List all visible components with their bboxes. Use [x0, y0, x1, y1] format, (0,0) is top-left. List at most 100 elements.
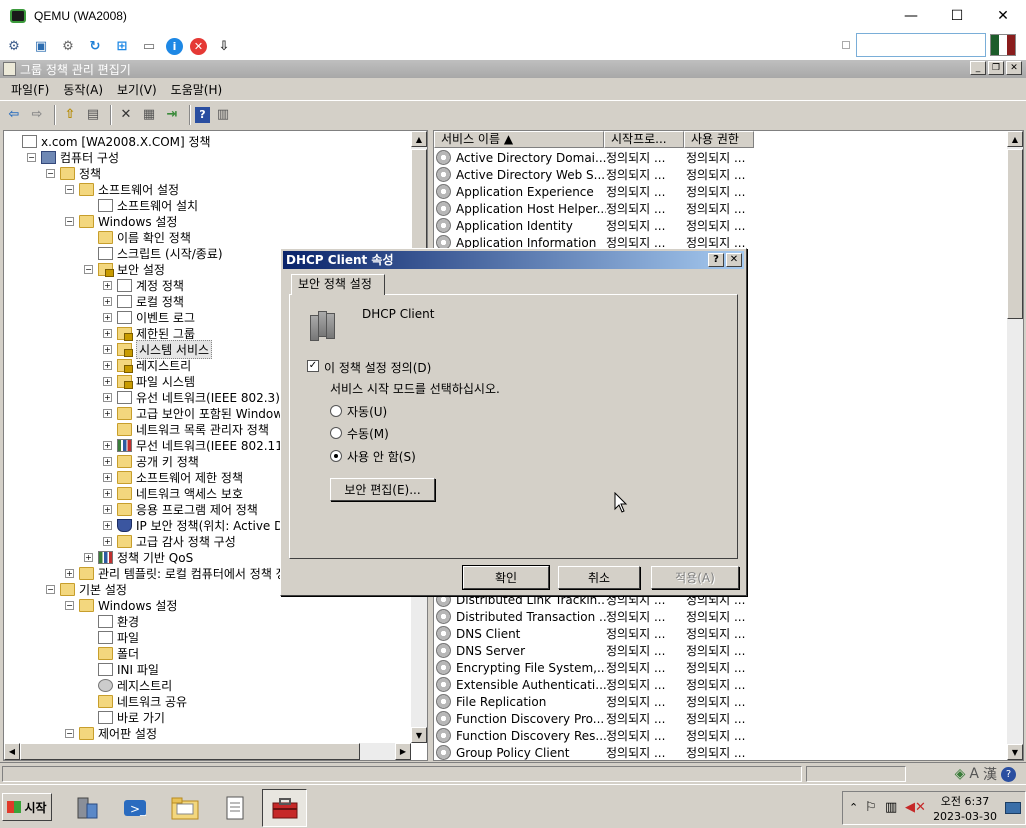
service-row[interactable]: Extensible Authenticati... 정의되지 ... 정의되지 .…	[436, 676, 766, 693]
column-startup[interactable]: 시작프로...	[604, 131, 684, 148]
network-icon[interactable]: ⚙	[4, 36, 24, 56]
collapse-icon[interactable]: −	[65, 728, 74, 738]
collapse-icon[interactable]: −	[46, 168, 55, 178]
service-row[interactable]: DNS Client 정의되지 ... 정의되지 ...	[436, 625, 766, 642]
tree-item[interactable]: + 로컬 정책	[103, 293, 184, 309]
up-icon[interactable]: ⇧	[60, 105, 80, 125]
service-row[interactable]: Application Experience 정의되지 ... 정의되지 ...	[436, 183, 766, 200]
toolbox-icon[interactable]	[262, 789, 307, 827]
expand-icon[interactable]: +	[103, 280, 112, 290]
menu-view[interactable]: 보기(V)	[110, 81, 164, 98]
expand-icon[interactable]: +	[103, 360, 112, 370]
collapse-icon[interactable]: −	[65, 184, 74, 194]
service-row[interactable]: Active Directory Web S... 정의되지 ... 정의되지 ..…	[436, 166, 766, 183]
tree-item[interactable]: − Windows 설정	[65, 597, 177, 613]
tree-item[interactable]: + 정책 기반 QoS	[84, 549, 193, 565]
list-vertical-scrollbar[interactable]: ▲ ▼	[1007, 131, 1023, 760]
expand-icon[interactable]: +	[65, 568, 74, 578]
service-row[interactable]: DNS Server 정의되지 ... 정의되지 ...	[436, 642, 766, 659]
tree-item[interactable]: + 무선 네트워크(IEEE 802.11)	[103, 437, 288, 453]
service-row[interactable]: Encrypting File System,... 정의되지 ... 정의되지 .…	[436, 659, 766, 676]
expand-icon[interactable]: +	[103, 472, 112, 482]
tree-item[interactable]: + IP 보안 정책(위치: Active Dir	[103, 517, 292, 533]
expand-icon[interactable]: +	[103, 488, 112, 498]
expand-icon[interactable]: +	[103, 328, 112, 338]
notepad-icon[interactable]	[212, 789, 257, 827]
export-icon[interactable]: ⇥	[162, 105, 182, 125]
radio-manual-label[interactable]: 수동(M)	[347, 425, 389, 442]
tree-item[interactable]: INI 파일	[84, 661, 159, 677]
view-icon[interactable]: ▥	[213, 105, 233, 125]
ime-mode-a[interactable]: A	[969, 766, 979, 782]
tree-item[interactable]: + 고급 감사 정책 구성	[103, 533, 236, 549]
tree-item[interactable]: 폴더	[84, 645, 139, 661]
collapse-icon[interactable]: −	[84, 264, 93, 274]
tab-security-policy[interactable]: 보안 정책 설정	[291, 274, 385, 295]
tree-item[interactable]: + 시스템 서비스	[103, 339, 213, 359]
service-row[interactable]: Distributed Transaction ... 정의되지 ... 정의되지 …	[436, 608, 766, 625]
expand-icon[interactable]: +	[103, 504, 112, 514]
server-manager-icon[interactable]	[64, 789, 109, 827]
tree-item[interactable]: − 기본 설정	[46, 581, 127, 597]
menu-file[interactable]: 파일(F)	[4, 81, 56, 98]
host-search-input[interactable]	[856, 33, 986, 57]
tree-hscroll-thumb[interactable]	[20, 743, 360, 760]
expand-icon[interactable]: +	[103, 344, 112, 354]
service-row[interactable]: Group Policy Client 정의되지 ... 정의되지 ...	[436, 744, 766, 760]
radio-disabled[interactable]	[330, 450, 342, 462]
tray-expand-icon[interactable]: ⌃	[849, 801, 858, 814]
tree-item[interactable]: − 제어판 설정	[65, 725, 157, 741]
expand-icon[interactable]: +	[84, 552, 93, 562]
scroll-up-icon[interactable]: ▲	[1007, 131, 1023, 147]
expand-icon[interactable]: +	[103, 536, 112, 546]
collapse-icon[interactable]: −	[46, 584, 55, 594]
tree-item[interactable]: 네트워크 공유	[84, 693, 187, 709]
radio-automatic[interactable]	[330, 405, 342, 417]
expand-icon[interactable]: +	[103, 440, 112, 450]
mmc-minimize-button[interactable]: _	[970, 61, 986, 75]
mmc-restore-button[interactable]: ❐	[988, 61, 1004, 75]
tree-item[interactable]: − 보안 설정	[84, 261, 165, 277]
tree-item[interactable]: 레지스트리	[84, 677, 172, 693]
menu-help[interactable]: 도움말(H)	[164, 81, 230, 98]
close-button[interactable]: ✕	[980, 0, 1026, 32]
expand-icon[interactable]: +	[103, 312, 112, 322]
edit-security-button[interactable]: 보안 편집(E)...	[330, 478, 435, 501]
expand-icon[interactable]: +	[103, 376, 112, 386]
screenshot-icon[interactable]: ⇩	[214, 36, 234, 56]
expand-icon[interactable]: +	[103, 456, 112, 466]
tree-item[interactable]: 네트워크 목록 관리자 정책	[103, 421, 269, 437]
tree-item[interactable]: 소프트웨어 설치	[84, 197, 198, 213]
properties-icon[interactable]: ▦	[139, 105, 159, 125]
collapse-icon[interactable]: −	[65, 600, 74, 610]
show-desktop-icon[interactable]	[1005, 802, 1021, 814]
clock[interactable]: 오전 6:37 2023-03-30	[933, 794, 997, 824]
network-tray-icon[interactable]: ▥	[885, 800, 897, 815]
ime-mode-han[interactable]: 漢	[983, 764, 997, 784]
tree-item[interactable]: − Windows 설정	[65, 213, 177, 229]
tree-item[interactable]: + 레지스트리	[103, 357, 191, 373]
power-off-icon[interactable]: ✕	[190, 37, 207, 55]
settings-icon[interactable]: ⚙	[58, 36, 78, 56]
radio-automatic-label[interactable]: 자동(U)	[347, 403, 387, 420]
ok-button[interactable]: 확인	[462, 565, 550, 590]
scroll-down-icon[interactable]: ▼	[411, 727, 427, 743]
tree-item[interactable]: + 유선 네트워크(IEEE 802.3) 정	[103, 389, 295, 405]
tree-item[interactable]: 이름 확인 정책	[84, 229, 191, 245]
tree-item[interactable]: 파일	[84, 629, 139, 645]
windows-icon[interactable]: ⊞	[112, 36, 132, 56]
tree-item[interactable]: + 파일 시스템	[103, 373, 195, 389]
collapse-icon[interactable]: −	[65, 216, 74, 226]
collapse-icon[interactable]: −	[27, 152, 36, 162]
service-row[interactable]: Function Discovery Pro... 정의되지 ... 정의되지 ..…	[436, 710, 766, 727]
start-button[interactable]: 시작	[2, 793, 52, 821]
expand-icon[interactable]: +	[103, 520, 112, 530]
scroll-right-icon[interactable]: ▶	[395, 743, 411, 760]
explorer-icon[interactable]	[162, 789, 207, 827]
column-permission[interactable]: 사용 권한	[684, 131, 754, 148]
tree-item[interactable]: 환경	[84, 613, 139, 629]
scroll-left-icon[interactable]: ◀	[4, 743, 20, 760]
tree-item[interactable]: + 고급 보안이 포함된 Windows	[103, 405, 289, 421]
show-tree-icon[interactable]: ▤	[83, 105, 103, 125]
info-icon[interactable]: i	[166, 37, 183, 55]
